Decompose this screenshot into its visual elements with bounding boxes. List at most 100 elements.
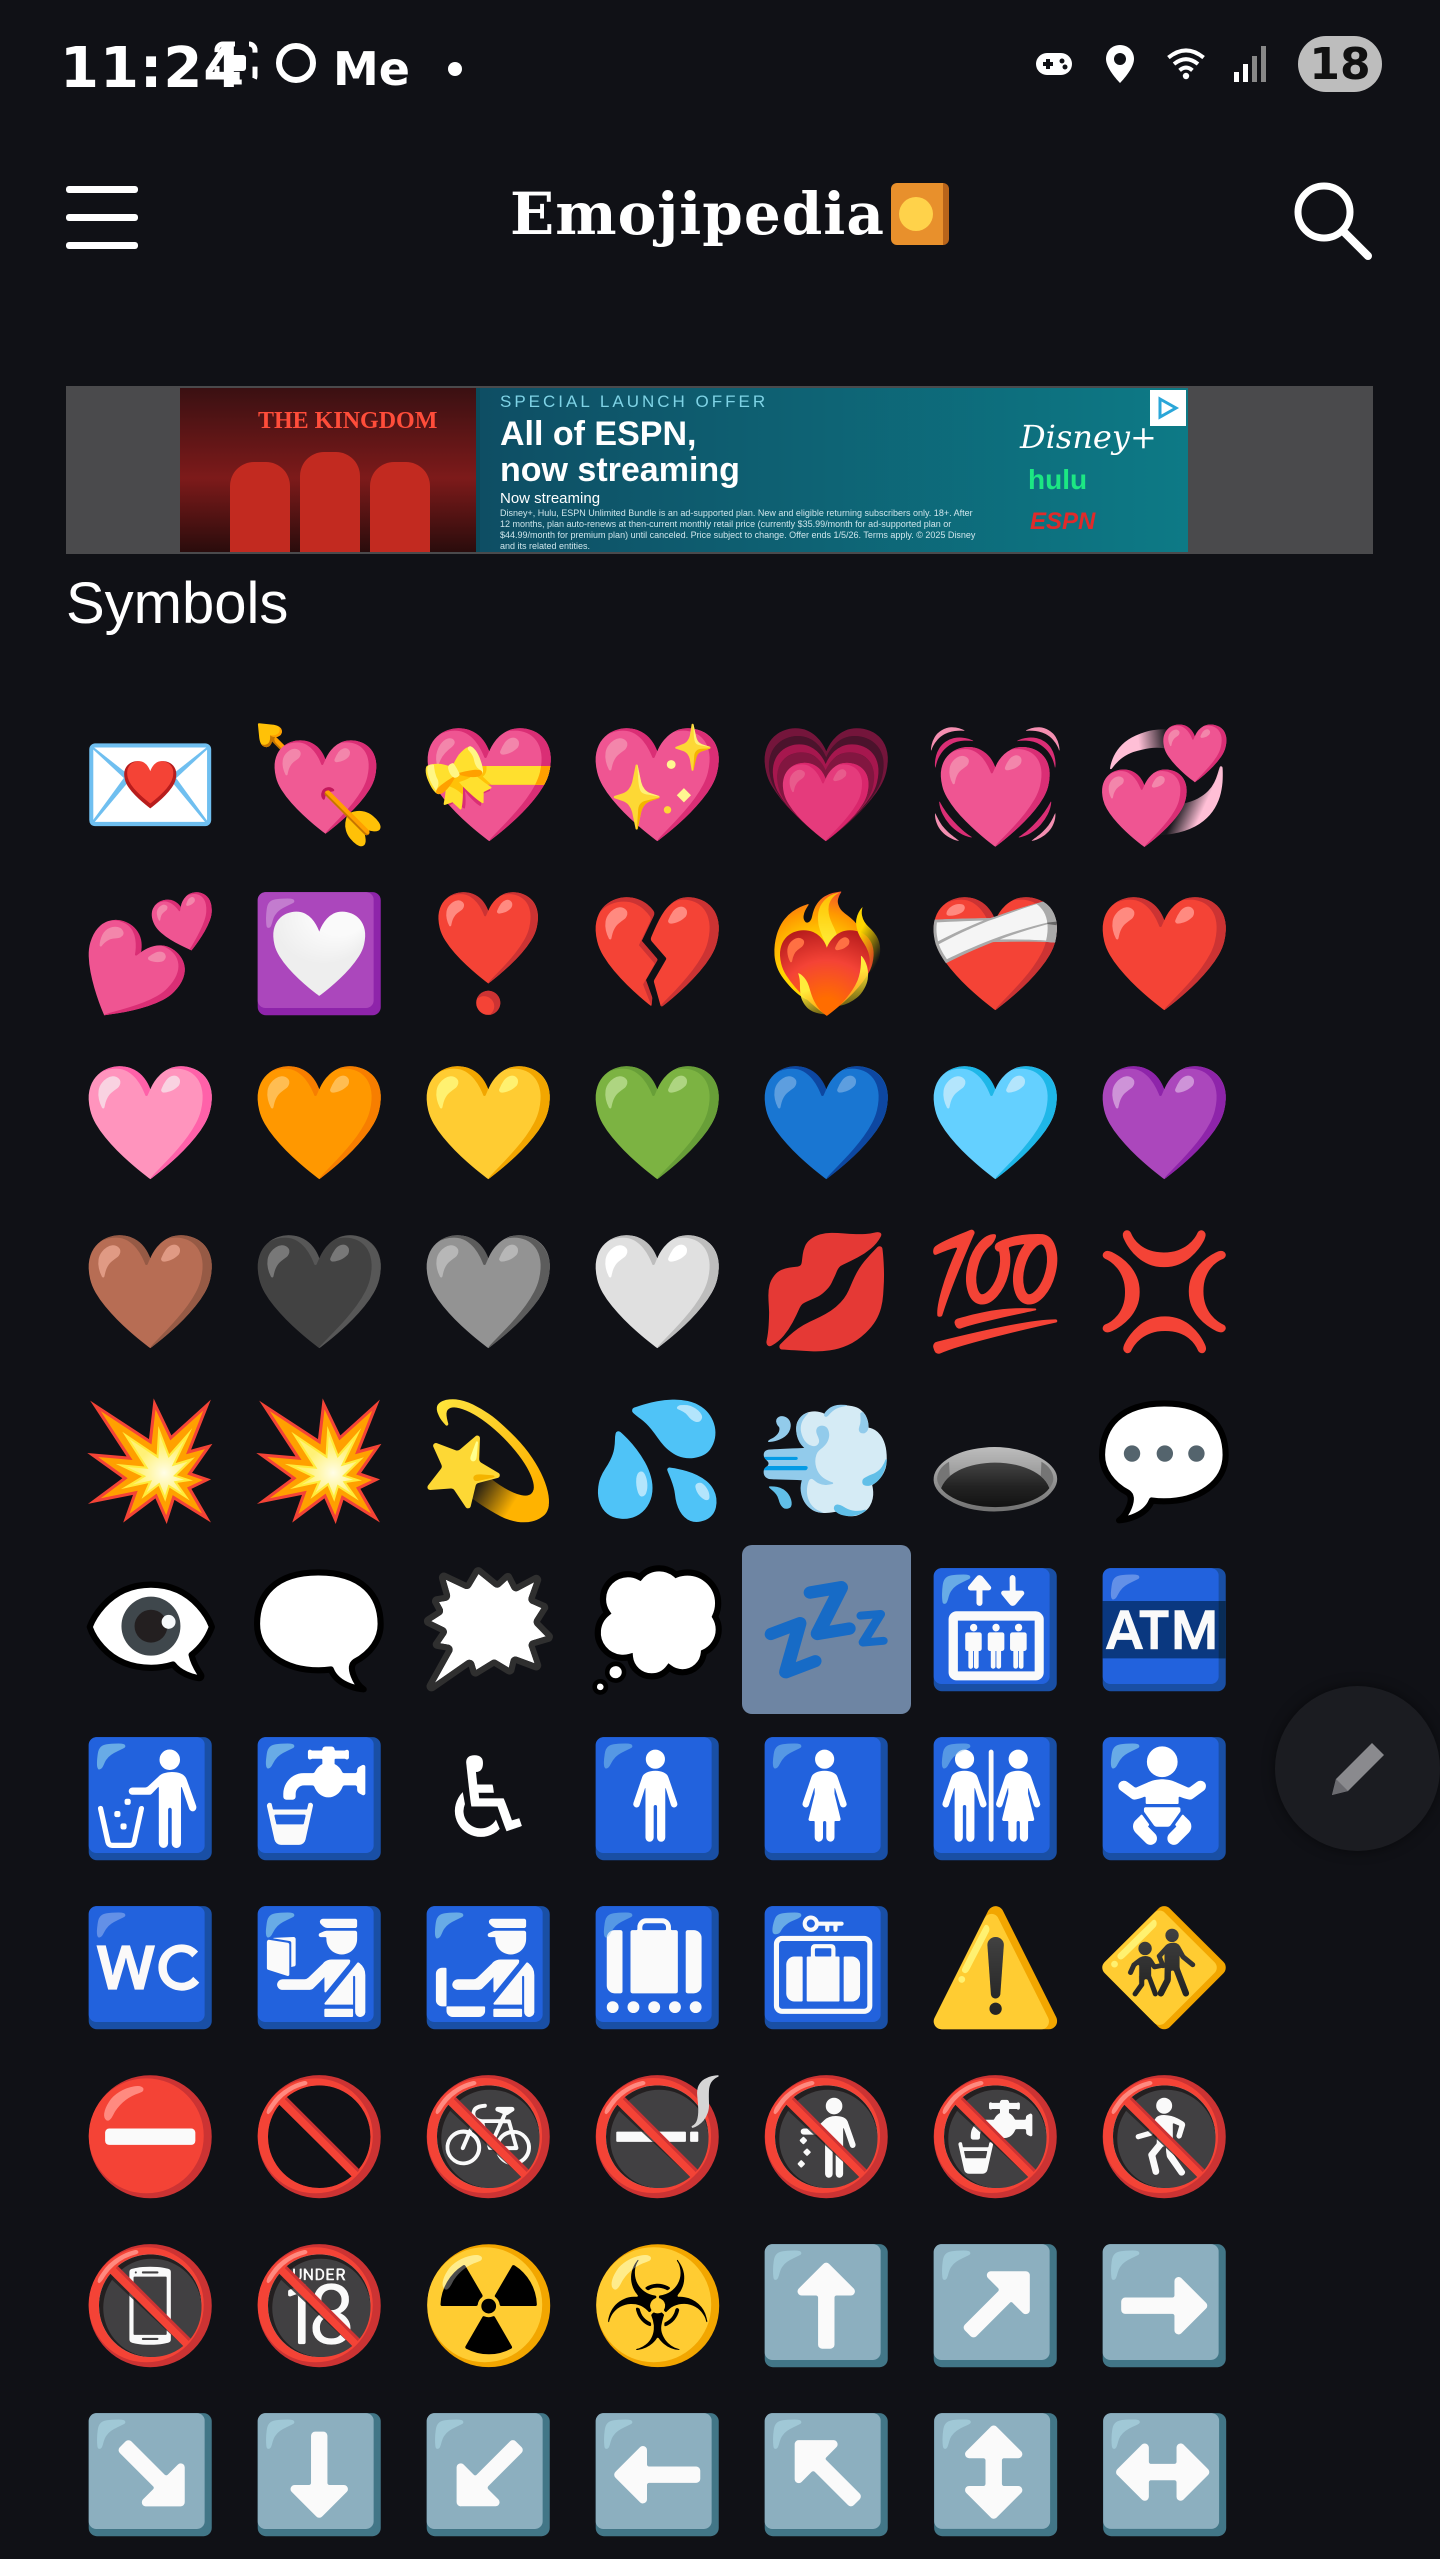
brand-logo[interactable]: Emojipedia xyxy=(510,180,949,248)
emoji-cell[interactable]: ❤️‍🩹 xyxy=(911,869,1080,1038)
emoji-cell[interactable]: 🚫 xyxy=(235,2052,404,2221)
emoji-cell[interactable]: 🕳️ xyxy=(911,1376,1080,1545)
search-button[interactable] xyxy=(1290,178,1374,262)
emoji-cell[interactable]: 🤍 xyxy=(573,1207,742,1376)
emoji-cell[interactable]: 🩵 xyxy=(911,1038,1080,1207)
emoji-cell[interactable]: 🚼 xyxy=(1080,1714,1249,1883)
ad-player xyxy=(370,462,430,552)
emoji-cell[interactable]: ☢️ xyxy=(404,2221,573,2390)
emoji-cell[interactable]: 🔞 xyxy=(235,2221,404,2390)
emoji-cell[interactable]: ↗️ xyxy=(911,2221,1080,2390)
emoji-cell[interactable]: 💯 xyxy=(911,1207,1080,1376)
emojipedia-book-icon xyxy=(890,183,949,245)
emoji-cell[interactable]: 💞 xyxy=(1080,700,1249,869)
emoji-cell[interactable]: ⚠️ xyxy=(911,1883,1080,2052)
emoji-cell[interactable]: ↖️ xyxy=(742,2390,911,2559)
emoji-cell[interactable]: 🗨️ xyxy=(235,1545,404,1714)
emoji-cell[interactable]: 💖 xyxy=(573,700,742,869)
emoji-cell[interactable]: ⛔ xyxy=(66,2052,235,2221)
status-bar: 11:24 Me 18 xyxy=(0,0,1440,135)
hamburger-line xyxy=(66,214,138,221)
emoji-cell[interactable]: 💜 xyxy=(1080,1038,1249,1207)
ad-image: THE KINGDOM xyxy=(180,388,476,552)
emoji-cell[interactable]: 💢 xyxy=(1080,1207,1249,1376)
emoji-cell[interactable]: 💤 xyxy=(742,1545,911,1714)
ad-choices-icon[interactable] xyxy=(1150,390,1186,426)
emoji-cell[interactable]: 🚳 xyxy=(404,2052,573,2221)
emoji-cell[interactable]: 🛗 xyxy=(911,1545,1080,1714)
emoji-cell[interactable]: 💋 xyxy=(742,1207,911,1376)
emoji-cell[interactable]: 🚮 xyxy=(66,1714,235,1883)
menu-button[interactable] xyxy=(66,186,138,250)
emoji-cell[interactable]: 🛅 xyxy=(742,1883,911,2052)
emoji-cell[interactable]: 🚺 xyxy=(742,1714,911,1883)
search-icon xyxy=(1294,182,1372,260)
emoji-cell[interactable]: 💓 xyxy=(911,700,1080,869)
ad-content: SPECIAL LAUNCH OFFER All of ESPN, now st… xyxy=(480,388,1188,552)
ad-banner[interactable]: THE KINGDOM SPECIAL LAUNCH OFFER All of … xyxy=(66,386,1373,554)
emoji-cell[interactable]: 🩶 xyxy=(404,1207,573,1376)
emoji-cell[interactable]: 💔 xyxy=(573,869,742,1038)
emoji-cell[interactable]: ❤️‍🔥 xyxy=(742,869,911,1038)
emoji-cell[interactable]: 💥 xyxy=(235,1376,404,1545)
emoji-cell[interactable]: 🩷 xyxy=(66,1038,235,1207)
emoji-cell[interactable]: 💝 xyxy=(404,700,573,869)
emoji-cell[interactable]: 💥 xyxy=(66,1376,235,1545)
emoji-cell[interactable]: 🛄 xyxy=(573,1883,742,2052)
ad-creative[interactable]: THE KINGDOM SPECIAL LAUNCH OFFER All of … xyxy=(180,388,1188,552)
emoji-cell[interactable]: 🖤 xyxy=(235,1207,404,1376)
emoji-cell[interactable]: 💚 xyxy=(573,1038,742,1207)
emoji-cell[interactable]: 🚱 xyxy=(911,2052,1080,2221)
emoji-cell[interactable]: 🤎 xyxy=(66,1207,235,1376)
emoji-cell[interactable]: ⬆️ xyxy=(742,2221,911,2390)
emoji-cell[interactable]: 💗 xyxy=(742,700,911,869)
emoji-cell[interactable]: 🚰 xyxy=(235,1714,404,1883)
emoji-cell[interactable]: 💦 xyxy=(573,1376,742,1545)
emoji-cell[interactable]: 💭 xyxy=(573,1545,742,1714)
emoji-cell[interactable]: 🚹 xyxy=(573,1714,742,1883)
battery-indicator: 18 xyxy=(1298,36,1382,92)
emoji-cell[interactable]: ❤️ xyxy=(1080,869,1249,1038)
emoji-cell[interactable]: ➡️ xyxy=(1080,2221,1249,2390)
emoji-cell[interactable]: 📵 xyxy=(66,2221,235,2390)
emoji-cell[interactable]: 🛃 xyxy=(404,1883,573,2052)
emoji-cell[interactable]: ↕️ xyxy=(911,2390,1080,2559)
edit-fab-button[interactable] xyxy=(1275,1686,1440,1851)
emoji-cell[interactable]: 🚻 xyxy=(911,1714,1080,1883)
emoji-cell[interactable]: ↘️ xyxy=(66,2390,235,2559)
ad-headline: All of ESPN, now streaming xyxy=(500,416,740,488)
ad-headline-line1: All of ESPN, xyxy=(500,415,697,453)
emoji-cell[interactable]: ⬅️ xyxy=(573,2390,742,2559)
emoji-cell[interactable]: 🏧 xyxy=(1080,1545,1249,1714)
emoji-cell[interactable]: ⬇️ xyxy=(235,2390,404,2559)
emoji-cell[interactable]: ↔️ xyxy=(1080,2390,1249,2559)
emoji-cell[interactable]: 💨 xyxy=(742,1376,911,1545)
emoji-cell[interactable]: 🧡 xyxy=(235,1038,404,1207)
ad-espn-logo: ESPN xyxy=(1030,508,1096,535)
emoji-cell[interactable]: 💟 xyxy=(235,869,404,1038)
ad-sub: Now streaming xyxy=(500,490,601,507)
emoji-cell[interactable]: 🚷 xyxy=(1080,2052,1249,2221)
emoji-cell[interactable]: ♿ xyxy=(404,1714,573,1883)
emoji-cell[interactable]: 🚾 xyxy=(66,1883,235,2052)
ad-player xyxy=(300,452,360,552)
emoji-cell[interactable]: 🗯️ xyxy=(404,1545,573,1714)
emoji-cell[interactable]: 🛂 xyxy=(235,1883,404,2052)
ad-headline-line2: now streaming xyxy=(500,451,740,489)
emoji-cell[interactable]: 🚸 xyxy=(1080,1883,1249,2052)
emoji-cell[interactable]: ☣️ xyxy=(573,2221,742,2390)
emoji-cell[interactable]: 💘 xyxy=(235,700,404,869)
emoji-cell[interactable]: 💛 xyxy=(404,1038,573,1207)
emoji-cell[interactable]: 💙 xyxy=(742,1038,911,1207)
emoji-cell[interactable]: ↙️ xyxy=(404,2390,573,2559)
emoji-cell[interactable]: ❣️ xyxy=(404,869,573,1038)
emoji-cell[interactable]: 👁️‍🗨️ xyxy=(66,1545,235,1714)
emoji-cell[interactable]: 🚯 xyxy=(742,2052,911,2221)
emoji-cell[interactable]: 💌 xyxy=(66,700,235,869)
emoji-cell[interactable]: 🚭 xyxy=(573,2052,742,2221)
emoji-cell[interactable]: 💕 xyxy=(66,869,235,1038)
emoji-cell[interactable]: 💫 xyxy=(404,1376,573,1545)
emoji-cell[interactable]: 💬 xyxy=(1080,1376,1249,1545)
status-left-text: Me xyxy=(333,41,410,96)
ad-hulu-logo: hulu xyxy=(1028,464,1088,495)
